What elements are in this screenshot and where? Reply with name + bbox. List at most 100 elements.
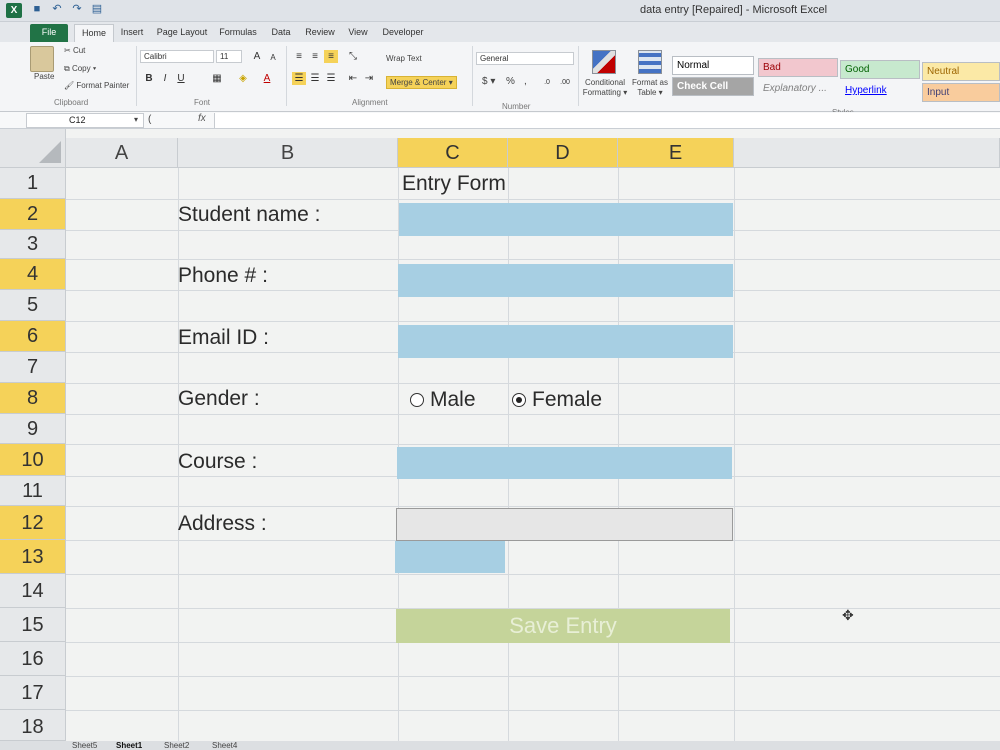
style-hyperlink[interactable]: Hyperlink	[840, 81, 920, 100]
paste-button[interactable]: Paste	[34, 72, 54, 81]
shrink-font-icon[interactable]: A	[266, 51, 280, 64]
column-header-b[interactable]: B	[178, 138, 398, 168]
tab-insert[interactable]: Insert	[116, 24, 148, 42]
redo-icon[interactable]: ↷	[70, 2, 84, 16]
row-header-5[interactable]: 5	[0, 290, 66, 321]
style-neutral[interactable]: Neutral	[922, 62, 1000, 81]
radio-unchecked-icon[interactable]	[410, 393, 424, 407]
increase-decimal-icon[interactable]: .0	[540, 76, 554, 89]
style-input[interactable]: Input	[922, 83, 1000, 102]
row-header-18[interactable]: 18	[0, 710, 66, 741]
number-format-select[interactable]: General	[476, 52, 574, 65]
email-field[interactable]	[398, 325, 733, 358]
row-header-10[interactable]: 10	[0, 444, 66, 476]
cancel-icon[interactable]: (	[148, 114, 151, 125]
column-header-e[interactable]: E	[618, 138, 734, 168]
copy-button[interactable]: ⧉ Copy ▾	[64, 64, 96, 74]
sheet-tab-sheet5[interactable]: Sheet5	[72, 741, 97, 750]
address-cell-highlight[interactable]	[395, 541, 505, 573]
row-header-16[interactable]: 16	[0, 642, 66, 676]
save-entry-button[interactable]: Save Entry	[396, 609, 730, 643]
orientation-icon[interactable]: ⤡	[346, 50, 360, 63]
gender-male-option[interactable]: Male	[410, 388, 476, 412]
student-name-field[interactable]	[399, 203, 733, 236]
increase-indent-icon[interactable]: ⇥	[362, 72, 376, 85]
grow-font-icon[interactable]: A	[250, 50, 264, 63]
tab-review[interactable]: Review	[300, 24, 340, 42]
tab-file[interactable]: File	[30, 24, 68, 42]
format-as-table-icon[interactable]	[638, 50, 662, 74]
tab-data[interactable]: Data	[266, 24, 296, 42]
radio-checked-icon[interactable]	[512, 393, 526, 407]
row-header-12[interactable]: 12	[0, 506, 66, 540]
select-all-button[interactable]	[0, 129, 66, 168]
tab-view[interactable]: View	[344, 24, 372, 42]
course-field[interactable]	[397, 447, 732, 479]
row-header-2[interactable]: 2	[0, 199, 66, 230]
fill-color-icon[interactable]: ◈	[236, 72, 250, 85]
decrease-decimal-icon[interactable]: .00	[558, 76, 572, 89]
tab-developer[interactable]: Developer	[378, 24, 428, 42]
worksheet-grid[interactable]: A B C D E 1 2 3 4 5 6 7 8 9 10 11 12 13 …	[0, 129, 1000, 741]
excel-app-icon[interactable]: X	[6, 3, 22, 18]
style-good[interactable]: Good	[840, 60, 920, 79]
name-box[interactable]: C12	[26, 113, 144, 128]
column-header-f[interactable]	[734, 138, 1000, 168]
percent-button[interactable]: %	[506, 76, 515, 87]
font-size-select[interactable]: 11	[216, 50, 242, 63]
borders-icon[interactable]: ▦	[210, 72, 224, 85]
bold-button[interactable]: B	[142, 72, 156, 85]
align-right-icon[interactable]: ☰	[324, 72, 338, 85]
sheet-tab-sheet4[interactable]: Sheet4	[212, 741, 237, 750]
tab-page-layout[interactable]: Page Layout	[154, 24, 210, 42]
sheet-tab-sheet2[interactable]: Sheet2	[164, 741, 189, 750]
form-icon[interactable]: ▤	[90, 2, 104, 16]
column-header-a[interactable]: A	[66, 138, 178, 168]
phone-field[interactable]	[398, 264, 733, 297]
row-header-7[interactable]: 7	[0, 352, 66, 383]
style-normal[interactable]: Normal	[672, 56, 754, 75]
save-icon[interactable]: ■	[30, 2, 44, 16]
format-painter-button[interactable]: 🖌 Format Painter	[64, 81, 129, 90]
row-header-6[interactable]: 6	[0, 321, 66, 352]
gender-female-option[interactable]: Female	[512, 388, 602, 412]
formula-input[interactable]	[214, 113, 1000, 128]
conditional-formatting-icon[interactable]	[592, 50, 616, 74]
align-center-icon[interactable]: ☰	[308, 72, 322, 85]
row-header-1[interactable]: 1	[0, 168, 66, 199]
sheet-tab-sheet1[interactable]: Sheet1	[116, 741, 142, 750]
align-middle-icon[interactable]: ≡	[308, 50, 322, 63]
merge-center-button[interactable]: Merge & Center ▾	[386, 76, 457, 89]
address-field[interactable]	[396, 508, 733, 541]
align-left-icon[interactable]: ☰	[292, 72, 306, 85]
style-bad[interactable]: Bad	[758, 58, 838, 77]
italic-button[interactable]: I	[158, 72, 172, 85]
row-header-15[interactable]: 15	[0, 608, 66, 642]
style-check-cell[interactable]: Check Cell	[672, 77, 754, 96]
conditional-formatting-button[interactable]: Conditional Formatting ▾	[582, 78, 628, 98]
style-explanatory[interactable]: Explanatory ...	[758, 79, 838, 98]
underline-button[interactable]: U	[174, 72, 188, 85]
tab-formulas[interactable]: Formulas	[216, 24, 260, 42]
row-header-8[interactable]: 8	[0, 383, 66, 414]
row-header-17[interactable]: 17	[0, 676, 66, 710]
row-header-3[interactable]: 3	[0, 230, 66, 259]
paste-icon[interactable]	[30, 46, 54, 72]
decrease-indent-icon[interactable]: ⇤	[346, 72, 360, 85]
undo-icon[interactable]: ↶	[50, 2, 64, 16]
format-as-table-button[interactable]: Format as Table ▾	[630, 78, 670, 98]
align-top-icon[interactable]: ≡	[292, 50, 306, 63]
currency-button[interactable]: $ ▾	[482, 76, 495, 87]
row-header-14[interactable]: 14	[0, 574, 66, 608]
cut-button[interactable]: ✂ Cut	[64, 46, 85, 55]
column-header-c[interactable]: C	[398, 138, 508, 168]
tab-home[interactable]: Home	[74, 24, 114, 42]
name-box-dropdown-icon[interactable]: ▾	[134, 115, 138, 124]
font-name-select[interactable]: Calibri	[140, 50, 214, 63]
row-header-13[interactable]: 13	[0, 540, 66, 574]
wrap-text-button[interactable]: Wrap Text	[386, 54, 422, 63]
column-header-d[interactable]: D	[508, 138, 618, 168]
row-header-11[interactable]: 11	[0, 476, 66, 506]
row-header-9[interactable]: 9	[0, 414, 66, 444]
font-color-icon[interactable]: A	[260, 72, 274, 85]
